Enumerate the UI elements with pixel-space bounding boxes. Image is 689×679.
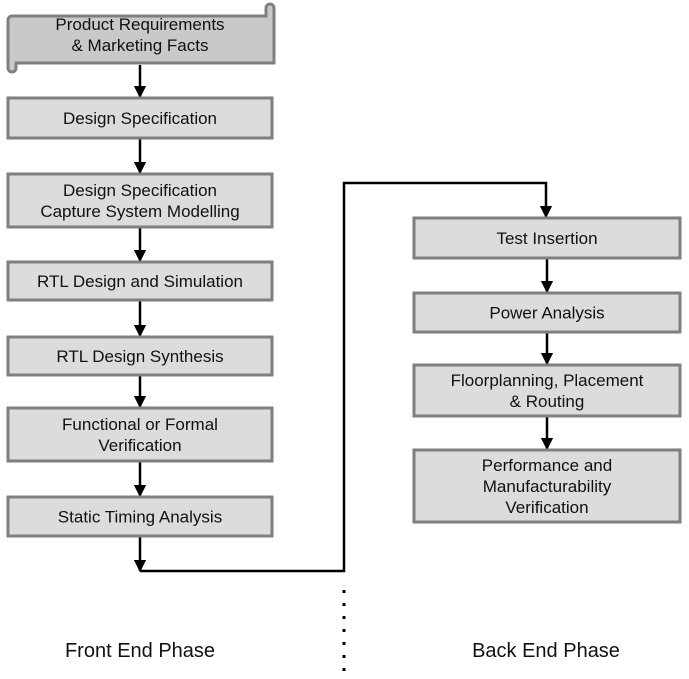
- asic-design-flow-diagram: Product Requirements & Marketing Facts Des…: [6, 2, 682, 679]
- front-end-step-5: RTL Design Synthesis: [6, 335, 274, 377]
- step-label-line: Verification: [98, 436, 181, 455]
- front-end-step-1: Product Requirements & Marketing Facts: [6, 2, 276, 74]
- step-label-line: Floorplanning, Placement: [451, 371, 644, 390]
- back-end-step-3: Floorplanning, Placement & Routing: [412, 363, 682, 418]
- step-label-line: Functional or Formal: [62, 415, 218, 434]
- back-end-step-4: Performance and Manufacturability Verifica…: [412, 448, 682, 524]
- step-label-line: Capture System Modelling: [40, 202, 239, 221]
- step-label-line: Design Specification: [63, 181, 217, 200]
- step-label-line: Verification: [505, 498, 588, 517]
- front-end-step-2: Design Specification: [6, 96, 274, 140]
- step-label-line: Product Requirements: [55, 15, 224, 34]
- step-label-line: Static Timing Analysis: [58, 508, 222, 527]
- front-end-step-4: RTL Design and Simulation: [6, 260, 274, 302]
- front-end-step-6: Functional or Formal Verification: [6, 406, 274, 463]
- back-end-phase-label: Back End Phase: [472, 640, 620, 662]
- step-label-line: Power Analysis: [489, 304, 604, 323]
- front-end-step-3: Design Specification Capture System Model…: [6, 172, 274, 229]
- front-end-step-7: Static Timing Analysis: [6, 495, 274, 538]
- step-label-line: RTL Design Synthesis: [56, 347, 223, 366]
- step-label-line: & Marketing Facts: [72, 36, 209, 55]
- front-end-phase-label: Front End Phase: [65, 640, 215, 662]
- step-label-line: Test Insertion: [496, 229, 597, 248]
- step-label-line: Manufacturability: [483, 477, 612, 496]
- step-label-line: Performance and: [482, 456, 612, 475]
- back-end-step-1: Test Insertion: [412, 216, 682, 260]
- back-end-step-2: Power Analysis: [412, 291, 682, 334]
- step-label-line: RTL Design and Simulation: [37, 272, 243, 291]
- step-label-line: Design Specification: [63, 109, 217, 128]
- step-label-line: & Routing: [510, 392, 585, 411]
